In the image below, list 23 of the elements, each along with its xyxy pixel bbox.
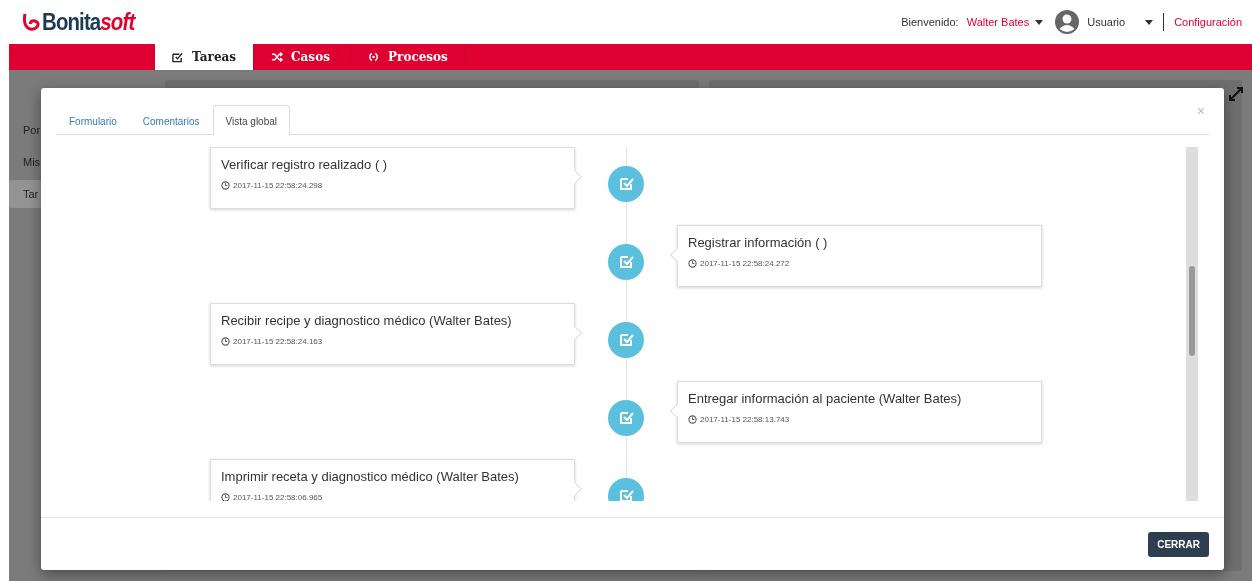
task-title: Registrar información ( ) [688,235,829,250]
settings-link[interactable]: Configuración [1174,16,1242,28]
tab[interactable]: Formulario [56,105,130,135]
welcome-label: Bienvenido: [901,16,959,28]
task-time: 2017-11-15 22:58:24.272 [688,259,1031,268]
logo: Bonitasoft [42,8,135,36]
sidebar-item[interactable]: Tar [9,180,41,208]
nav-tab[interactable]: Tareas [155,44,255,70]
task-time: 2017-11-15 22:58:13.743 [688,415,1031,424]
task-title: Verificar registro realizado ( ) [221,157,389,172]
sidebar-item[interactable]: Mis [9,148,41,176]
profile-dropdown[interactable]: Usuario [1087,16,1126,28]
task-title: Recibir recipe y diagnostico médico (Walter Bates) [221,313,513,328]
close-dialog-button[interactable]: CERRAR [1148,531,1209,557]
user-name-link[interactable]: Walter Bates [966,16,1030,28]
sidebar-item[interactable]: Por [9,116,41,144]
tab[interactable]: Vista global [212,105,291,135]
task-time: 2017-11-15 22:58:24.163 [221,337,564,346]
task-title: Imprimir receta y diagnostico médico (Walter Bates) [221,469,520,484]
tab[interactable]: Comentarios [129,105,213,135]
task-time: 2017-11-15 22:58:06.965 [221,493,564,501]
task-title: Entregar información al paciente (Walter Bates) [688,391,963,406]
task-time: 2017-11-15 22:58:24.298 [221,181,564,190]
